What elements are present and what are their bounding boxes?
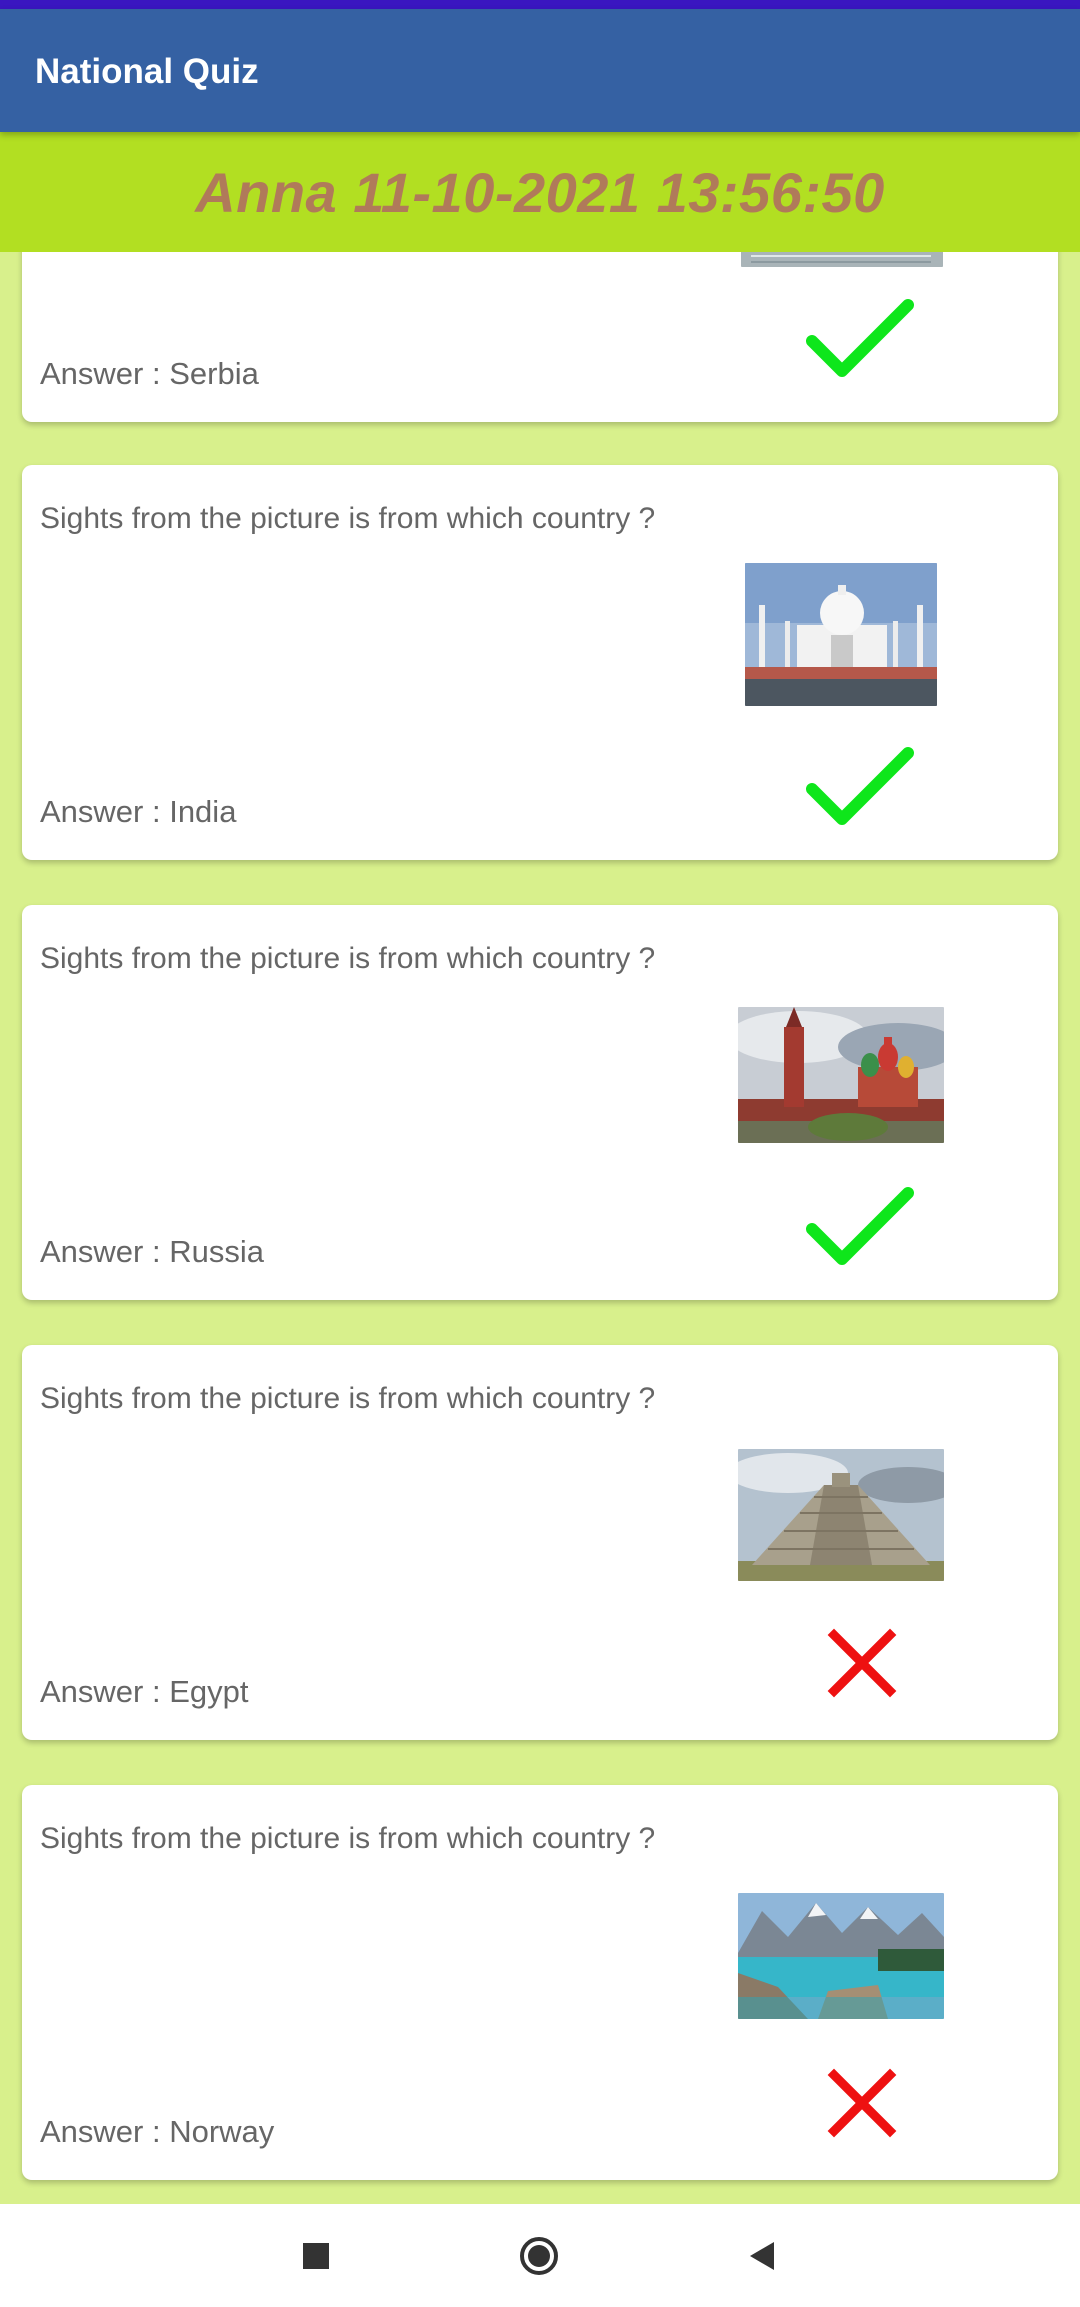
kremlin-photo xyxy=(738,1007,944,1143)
user-date-label: Anna 11-10-2021 13:56:50 xyxy=(195,160,885,224)
result-card: Sights from the picture is from which co… xyxy=(22,1785,1058,2180)
question-text: Sights from the picture is from which co… xyxy=(40,1822,656,1855)
back-triangle-icon[interactable] xyxy=(738,2232,786,2280)
home-circle-icon[interactable] xyxy=(515,2232,563,2280)
answer-text: Answer : Norway xyxy=(40,2114,275,2149)
app-bar: National Quiz xyxy=(0,9,1080,132)
result-card: Sights from the picture is from which co… xyxy=(22,465,1058,860)
recents-square-icon[interactable] xyxy=(292,2232,340,2280)
pyramid-photo xyxy=(738,1449,944,1581)
answer-text: Answer : Russia xyxy=(40,1234,264,1269)
taj-mahal-photo xyxy=(745,563,937,706)
question-text: Sights from the picture is from which co… xyxy=(40,942,656,975)
answer-text: Answer : Serbia xyxy=(40,356,259,391)
check-icon xyxy=(800,735,924,835)
answer-text: Answer : Egypt xyxy=(40,1674,249,1709)
results-list[interactable]: Answer : Serbia Sights from the picture … xyxy=(0,252,1080,2204)
app-title: National Quiz xyxy=(35,52,259,91)
question-text: Sights from the picture is from which co… xyxy=(40,1382,656,1415)
building-photo xyxy=(741,252,943,267)
question-text: Sights from the picture is from which co… xyxy=(40,502,656,535)
lake-photo xyxy=(738,1893,944,2019)
result-card: Sights from the picture is from which co… xyxy=(22,1345,1058,1740)
status-bar xyxy=(0,0,1080,9)
check-icon xyxy=(800,1175,924,1275)
cross-icon xyxy=(800,1615,924,1715)
check-icon xyxy=(800,287,924,387)
answer-text: Answer : India xyxy=(40,794,237,829)
system-nav-bar xyxy=(0,2204,1080,2307)
result-card: Answer : Serbia xyxy=(22,252,1058,422)
user-banner: Anna 11-10-2021 13:56:50 xyxy=(0,132,1080,252)
result-card: Sights from the picture is from which co… xyxy=(22,905,1058,1300)
cross-icon xyxy=(800,2055,924,2155)
